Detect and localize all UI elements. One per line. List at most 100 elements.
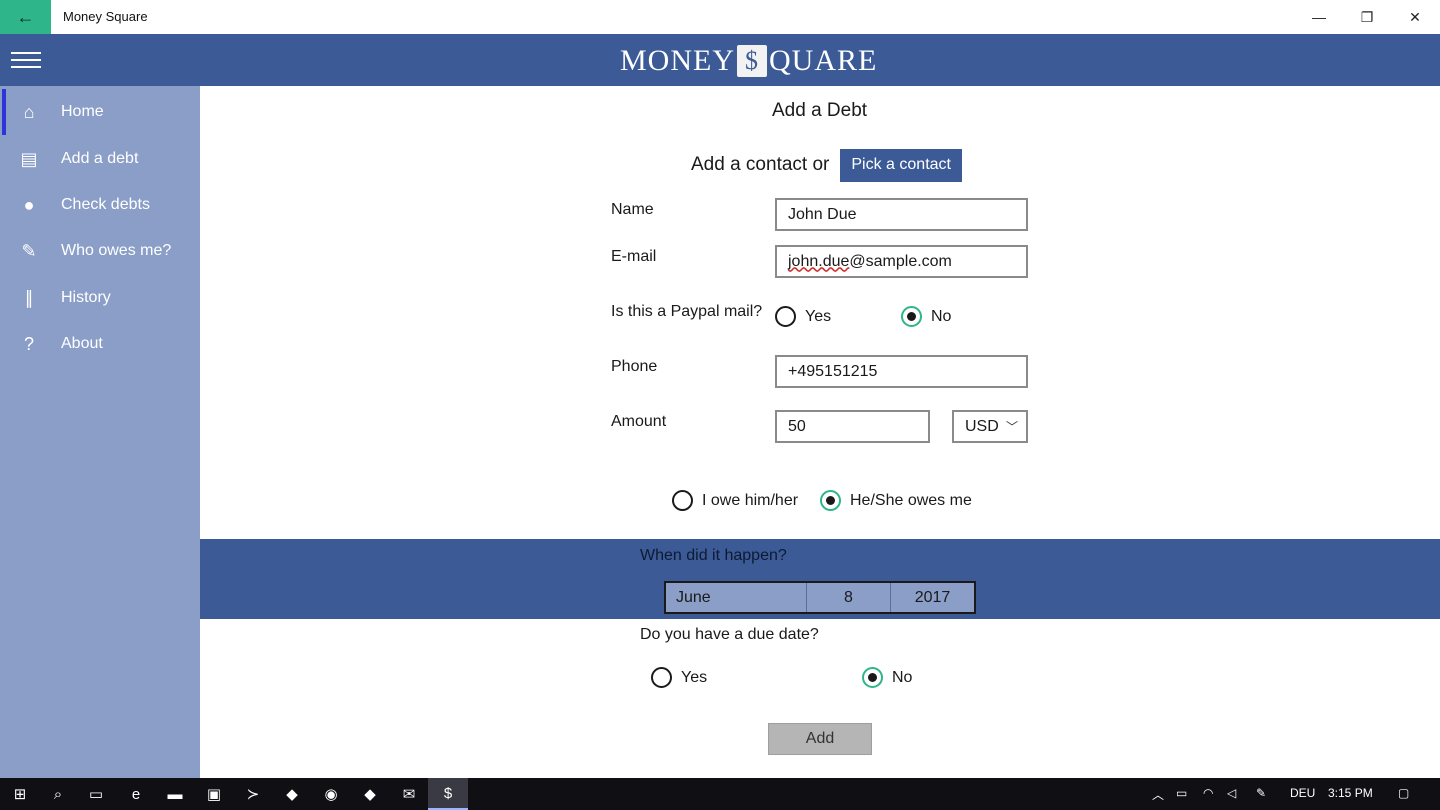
radio-label: He/She owes me bbox=[850, 491, 972, 509]
back-arrow-icon: ← bbox=[16, 6, 35, 27]
radio-on-icon bbox=[862, 667, 883, 688]
sidebar-item-label: Add a debt bbox=[61, 150, 139, 167]
due-no-radio[interactable]: No bbox=[862, 667, 912, 688]
sidebar-item-home[interactable]: ⌂ Home bbox=[0, 89, 200, 135]
paypal-no-radio[interactable]: No bbox=[901, 306, 951, 327]
question-icon: ? bbox=[23, 333, 34, 354]
lightbulb-icon: ● bbox=[23, 194, 35, 215]
logo-dollar-icon: $ bbox=[737, 45, 767, 77]
radio-off-icon bbox=[775, 306, 796, 327]
mail-icon[interactable]: ✉ bbox=[389, 778, 429, 810]
due-date-label: Do you have a due date? bbox=[640, 626, 819, 643]
main-content: Add a Debt Add a contact or Pick a conta… bbox=[200, 86, 1440, 778]
windows-start-icon[interactable]: ⊞ bbox=[0, 778, 40, 810]
powershell-icon[interactable]: ≻ bbox=[233, 778, 273, 810]
phone-field[interactable]: +495151215 bbox=[775, 355, 1028, 388]
when-label: When did it happen? bbox=[640, 547, 787, 564]
store-icon[interactable]: ▣ bbox=[194, 778, 234, 810]
action-center-icon[interactable]: ▢ bbox=[1398, 786, 1409, 800]
add-debt-icon: ▤ bbox=[20, 148, 38, 169]
name-value: John Due bbox=[788, 205, 857, 223]
currency-select[interactable]: USD ﹀ bbox=[952, 410, 1028, 443]
radio-on-icon bbox=[901, 306, 922, 327]
add-button[interactable]: Add bbox=[768, 723, 872, 755]
radio-off-icon bbox=[651, 667, 672, 688]
paypal-yes-radio[interactable]: Yes bbox=[775, 306, 831, 327]
logo-text-left: MONEY bbox=[620, 44, 735, 77]
task-view-icon[interactable]: ▭ bbox=[76, 778, 116, 810]
date-year[interactable]: 2017 bbox=[891, 583, 974, 612]
sidebar-item-label: Check debts bbox=[61, 196, 150, 213]
radio-label: I owe him/her bbox=[702, 491, 799, 509]
radio-label: No bbox=[931, 307, 952, 325]
tray-overflow-icon[interactable]: ︿ bbox=[1152, 786, 1164, 803]
visual-studio-icon[interactable]: ◆ bbox=[272, 778, 312, 810]
file-explorer-icon[interactable]: ▬ bbox=[155, 778, 195, 810]
search-icon[interactable]: ⌕ bbox=[38, 778, 78, 810]
page-title: Add a Debt bbox=[772, 100, 868, 121]
pen-icon[interactable]: ✎ bbox=[1256, 786, 1266, 800]
app-logo: MONEY $ QUARE bbox=[620, 44, 877, 78]
radio-off-icon bbox=[672, 490, 693, 511]
sidebar-item-label: Who owes me? bbox=[61, 242, 172, 259]
email-label: E-mail bbox=[611, 248, 657, 265]
sidebar-item-add-debt[interactable]: ▤ Add a debt bbox=[0, 136, 200, 182]
amount-field[interactable]: 50 bbox=[775, 410, 930, 443]
add-contact-text: Add a contact or bbox=[691, 154, 830, 175]
edge-browser-icon[interactable]: e bbox=[116, 778, 156, 810]
paypal-label: Is this a Paypal mail? bbox=[611, 303, 763, 320]
sidebar-item-who-owes-me[interactable]: ✎ Who owes me? bbox=[0, 228, 200, 274]
amount-value: 50 bbox=[788, 417, 806, 435]
radio-label: No bbox=[892, 668, 913, 686]
clock[interactable]: 3:15 PM bbox=[1328, 786, 1373, 800]
sidebar-item-check-debts[interactable]: ● Check debts bbox=[0, 182, 200, 228]
amount-label: Amount bbox=[611, 413, 667, 430]
name-field[interactable]: John Due bbox=[775, 198, 1028, 231]
chevron-down-icon: ﹀ bbox=[1005, 420, 1018, 434]
wifi-icon[interactable]: ◠ bbox=[1203, 786, 1213, 800]
date-section: When did it happen? June 8 2017 bbox=[200, 539, 1440, 619]
hamburger-menu-icon[interactable] bbox=[0, 34, 51, 86]
sidebar-item-about[interactable]: ? About bbox=[0, 321, 200, 367]
restore-button[interactable]: ❐ bbox=[1344, 0, 1390, 34]
library-icon: ∥ bbox=[24, 287, 34, 308]
restore-icon: ❐ bbox=[1360, 8, 1374, 25]
input-language[interactable]: DEU bbox=[1290, 786, 1315, 800]
email-field[interactable]: john.due @sample.com bbox=[775, 245, 1028, 278]
sidebar-item-history[interactable]: ∥ History bbox=[0, 275, 200, 321]
taskbar: ⊞ ⌕ ▭ e ▬ ▣ ≻ ◆ ◉ ◆ ✉ $ ︿ ▭ ◠ ◁ ✎ DEU 3:… bbox=[0, 778, 1440, 810]
visual-studio-alt-icon[interactable]: ◆ bbox=[350, 778, 390, 810]
due-yes-radio[interactable]: Yes bbox=[651, 667, 707, 688]
chrome-icon[interactable]: ◉ bbox=[311, 778, 351, 810]
currency-value: USD bbox=[965, 417, 999, 435]
email-value-suffix: @sample.com bbox=[849, 252, 952, 270]
minimize-button[interactable]: — bbox=[1296, 0, 1342, 34]
date-day[interactable]: 8 bbox=[807, 583, 891, 612]
money-square-app-icon[interactable]: $ bbox=[428, 778, 468, 810]
i-owe-radio[interactable]: I owe him/her bbox=[672, 490, 798, 511]
radio-label: Yes bbox=[681, 668, 708, 686]
radio-label: Yes bbox=[805, 307, 832, 325]
close-icon: ✕ bbox=[1409, 8, 1421, 25]
contact-row: Add a contact or Pick a contact bbox=[691, 148, 962, 182]
home-icon: ⌂ bbox=[23, 101, 35, 122]
sidebar-item-label: Home bbox=[61, 103, 104, 120]
owes-me-radio[interactable]: He/She owes me bbox=[820, 490, 972, 511]
sidebar: ⌂ Home ▤ Add a debt ● Check debts ✎ Who … bbox=[0, 86, 200, 778]
name-label: Name bbox=[611, 201, 654, 218]
back-button[interactable]: ← bbox=[0, 0, 51, 34]
date-month[interactable]: June bbox=[666, 583, 807, 612]
pick-contact-button[interactable]: Pick a contact bbox=[840, 148, 962, 182]
title-bar: ← Money Square — ❐ ✕ bbox=[0, 0, 1440, 34]
radio-on-icon bbox=[820, 490, 841, 511]
sidebar-item-label: About bbox=[61, 335, 103, 352]
phone-value: +495151215 bbox=[788, 362, 878, 380]
sidebar-item-label: History bbox=[61, 289, 111, 306]
close-button[interactable]: ✕ bbox=[1392, 0, 1438, 34]
app-header: MONEY $ QUARE bbox=[0, 34, 1440, 86]
date-picker[interactable]: June 8 2017 bbox=[664, 581, 976, 614]
minimize-icon: — bbox=[1312, 9, 1326, 25]
idea-check-icon: ✎ bbox=[21, 240, 37, 261]
volume-icon[interactable]: ◁ bbox=[1227, 786, 1236, 800]
battery-icon[interactable]: ▭ bbox=[1176, 786, 1187, 800]
